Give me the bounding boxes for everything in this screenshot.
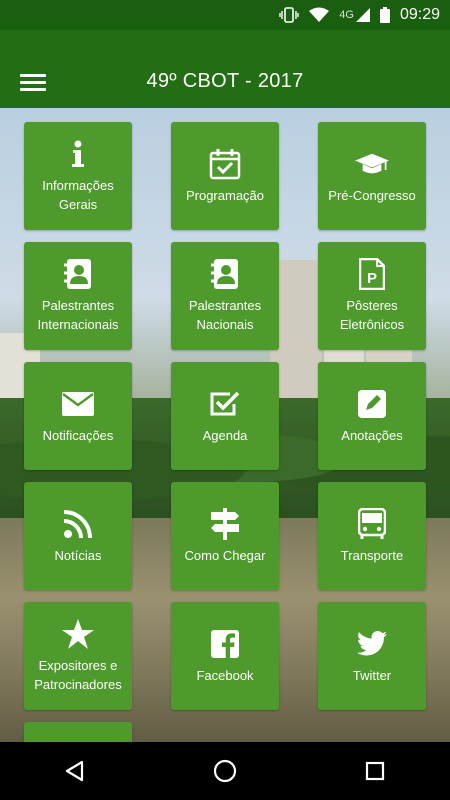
signal-icon <box>355 8 370 22</box>
tile-twitter[interactable]: Twitter <box>318 602 426 710</box>
recents-button[interactable] <box>345 749 405 793</box>
main-content[interactable]: Informações Gerais Programação Pré-Congr… <box>0 108 450 742</box>
poster-file-icon: P <box>355 258 389 290</box>
battery-icon <box>379 7 390 23</box>
back-button[interactable] <box>45 749 105 793</box>
graduation-cap-icon <box>355 148 389 180</box>
tile-transporte[interactable]: Transporte <box>318 482 426 590</box>
tile-como-chegar[interactable]: Como Chegar <box>171 482 279 590</box>
wifi-icon <box>309 7 330 23</box>
signpost-icon <box>208 507 242 540</box>
tile-noticias[interactable]: Notícias <box>24 482 132 590</box>
facebook-icon <box>208 628 242 660</box>
network-type: 4G <box>339 9 354 21</box>
twitter-icon <box>355 628 389 660</box>
star-icon <box>61 618 95 650</box>
rss-icon <box>61 508 95 540</box>
info-icon <box>61 138 95 170</box>
calendar-check-icon <box>208 148 242 180</box>
recents-icon <box>365 761 385 781</box>
tile-pre-congresso[interactable]: Pré-Congresso <box>318 122 426 230</box>
tile-posteres-eletronicos[interactable]: P Pôsteres Eletrônicos <box>318 242 426 350</box>
envelope-icon <box>61 388 95 420</box>
system-nav-bar <box>0 742 450 800</box>
status-time: 09:29 <box>399 6 440 23</box>
page-title: 49º CBOT - 2017 <box>146 70 304 92</box>
tile-facebook[interactable]: Facebook <box>171 602 279 710</box>
tile-anotacoes[interactable]: Anotações <box>318 362 426 470</box>
tile-programacao[interactable]: Programação <box>171 122 279 230</box>
app-bar <box>0 30 450 108</box>
tile-partial[interactable] <box>24 722 132 742</box>
back-icon <box>65 760 84 782</box>
bus-icon <box>355 507 389 540</box>
contact-book-icon <box>208 258 242 290</box>
home-icon <box>213 759 237 783</box>
vibrate-icon <box>279 7 299 23</box>
contact-book-icon <box>61 258 95 290</box>
tile-agenda[interactable]: Agenda <box>171 362 279 470</box>
tile-palestrantes-internacionais[interactable]: Palestrantes Internacionais <box>24 242 132 350</box>
home-button[interactable] <box>195 749 255 793</box>
tile-notificacoes[interactable]: Notificações <box>24 362 132 470</box>
pencil-square-icon <box>355 388 389 420</box>
checkbox-icon <box>208 388 242 420</box>
tile-palestrantes-nacionais[interactable]: Palestrantes Nacionais <box>171 242 279 350</box>
svg-text:P: P <box>367 270 377 287</box>
status-bar: 4G 09:29 <box>0 0 450 30</box>
tile-expositores-patrocinadores[interactable]: Expositores e Patrocinadores <box>24 602 132 710</box>
tile-informacoes-gerais[interactable]: Informações Gerais <box>24 122 132 230</box>
